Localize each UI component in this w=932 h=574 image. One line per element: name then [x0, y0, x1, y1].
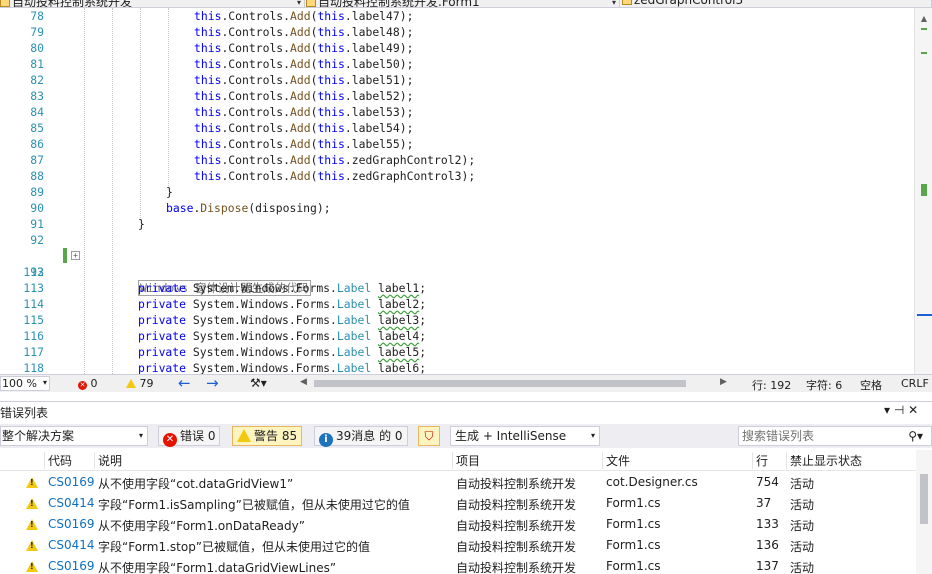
table-row[interactable]: CS0414 字段“Form1.stop”已被赋值，但从未使用过它的值 自动投料…	[0, 535, 932, 556]
search-error-list-input[interactable]: 搜索错误列表 ⚲▾	[738, 426, 932, 446]
code-line[interactable]: 116 private System.Windows.Forms.Label la…	[0, 328, 914, 344]
code-line[interactable]: 81 this.Controls.Add(this.label50);	[0, 56, 914, 72]
error-code-link[interactable]: CS0414	[48, 538, 95, 552]
navigation-bar: 自动投料控制系统开发 ▾ 自动投料控制系统开发.Form1 ▾ zedGraph…	[0, 0, 932, 8]
project-icon	[0, 0, 10, 7]
warnings-filter-button[interactable]: 警告 85	[232, 426, 303, 446]
scope-dropdown[interactable]: 整个解决方案 ▾	[0, 426, 148, 446]
chevron-down-icon: ▾	[42, 378, 47, 387]
editor-horizontal-scrollbar[interactable]	[300, 379, 720, 388]
scrollbar-caret-mark	[917, 314, 932, 316]
panel-window-controls[interactable]: ▾ ⊣ ✕	[884, 403, 918, 417]
scroll-thumb[interactable]	[920, 474, 928, 524]
code-line[interactable]: 89}	[0, 184, 914, 200]
code-line[interactable]: 92	[0, 232, 914, 248]
table-row[interactable]: CS0169 从不使用字段“Form1.dataGridViewLines” 自…	[0, 556, 932, 574]
whitespace-mode[interactable]: 空格	[860, 377, 882, 393]
column-header-code[interactable]: 代码	[44, 452, 72, 469]
zoom-dropdown[interactable]: 100 % ▾	[0, 376, 50, 391]
errors-filter-button[interactable]: ✕ 错误 0	[158, 426, 221, 447]
line-ending[interactable]: CRLF	[901, 377, 929, 390]
project-dropdown[interactable]: 自动投料控制系统开发 ▾	[0, 0, 305, 7]
code-line[interactable]: 85 this.Controls.Add(this.label54);	[0, 120, 914, 136]
warning-icon	[237, 429, 251, 442]
code-editor[interactable]: 78 this.Controls.Add(this.label47); 79 thi…	[0, 8, 932, 374]
scroll-up-icon[interactable]: ▲	[915, 12, 932, 26]
error-list-header: 代码 说明 项目 文件 行 禁止显示状态	[0, 450, 932, 471]
build-filter-dropdown[interactable]: 生成 + IntelliSense ▾	[450, 426, 600, 446]
panel-title: 错误列表	[0, 406, 49, 420]
error-list-toolbar: 整个解决方案 ▾ ✕ 错误 0 警告 85 i 39消息 的 0 ⛉ 生成 + In…	[0, 424, 932, 448]
warning-icon	[26, 477, 38, 488]
line-position[interactable]: 行: 192	[752, 377, 791, 393]
brush-icon[interactable]: ⚒▾	[250, 376, 267, 390]
code-line[interactable]: 90 base.Dispose(disposing);	[0, 200, 914, 216]
info-icon: i	[319, 433, 333, 447]
class-icon	[306, 0, 316, 7]
code-line[interactable]: 113 private System.Windows.Forms.Label la…	[0, 280, 914, 296]
code-line[interactable]: 112	[0, 264, 914, 280]
scrollbar-change-mark	[921, 184, 927, 196]
code-line[interactable]: 115 private System.Windows.Forms.Label la…	[0, 312, 914, 328]
code-line[interactable]: 88 this.Controls.Add(this.zedGraphControl…	[0, 168, 914, 184]
search-icon[interactable]: ⚲▾	[908, 427, 923, 445]
navigate-back-icon[interactable]: ←	[178, 374, 191, 392]
messages-filter-button[interactable]: i 39消息 的 0	[314, 426, 408, 447]
editor-vertical-scrollbar[interactable]: ▲	[914, 8, 932, 374]
error-list-title-bar: 错误列表 ▾ ⊣ ✕	[0, 401, 932, 420]
error-code-link[interactable]: CS0414	[48, 496, 95, 510]
code-line[interactable]: 93 Windows 窗体设计器生成的代码	[0, 248, 914, 296]
code-line[interactable]: 91}	[0, 216, 914, 232]
warning-icon	[26, 540, 38, 551]
error-count-indicator[interactable]: ✕ 0	[78, 377, 98, 390]
warning-count-indicator[interactable]: 79	[126, 377, 154, 390]
code-line[interactable]: 118 private System.Windows.Forms.Label la…	[0, 360, 914, 374]
error-code-link[interactable]: CS0169	[48, 559, 95, 573]
scrollbar-change-mark	[921, 28, 927, 30]
column-header-project[interactable]: 项目	[452, 452, 480, 469]
code-line[interactable]: 80 this.Controls.Add(this.label49);	[0, 40, 914, 56]
warning-icon	[126, 379, 136, 388]
error-icon: ✕	[163, 433, 177, 447]
column-header-file[interactable]: 文件	[602, 452, 630, 469]
warning-icon	[26, 519, 38, 530]
warning-icon	[26, 498, 38, 509]
code-line[interactable]: 117 private System.Windows.Forms.Label la…	[0, 344, 914, 360]
code-line[interactable]: 86 this.Controls.Add(this.label55);	[0, 136, 914, 152]
chevron-down-icon: ▾	[138, 431, 143, 440]
warning-icon	[26, 561, 38, 572]
column-header-line[interactable]: 行	[752, 452, 768, 469]
class-dropdown[interactable]: 自动投料控制系统开发.Form1 ▾	[306, 0, 620, 7]
code-line[interactable]: 87 this.Controls.Add(this.zedGraphControl…	[0, 152, 914, 168]
char-position[interactable]: 字符: 6	[806, 377, 842, 393]
editor-status-bar: 100 % ▾ ✕ 0 79 ← → ⚒▾ ◀ ▶ 行: 192 字符: 6 空…	[0, 374, 932, 392]
table-row[interactable]: CS0169 从不使用字段“Form1.onDataReady” 自动投料控制系…	[0, 514, 932, 535]
table-row[interactable]: CS0414 字段“Form1.isSampling”已被赋值，但从未使用过它的…	[0, 493, 932, 514]
code-line[interactable]: 114 private System.Windows.Forms.Label la…	[0, 296, 914, 312]
scroll-right-icon[interactable]: ▶	[720, 377, 727, 387]
error-list-scrollbar[interactable]	[916, 450, 932, 574]
scrollbar-change-mark	[921, 52, 927, 54]
column-header-suppression[interactable]: 禁止显示状态	[786, 452, 862, 469]
member-dropdown[interactable]: zedGraphControl3	[622, 0, 932, 7]
chevron-down-icon: ▾	[590, 431, 595, 440]
code-line[interactable]: 84 this.Controls.Add(this.label53);	[0, 104, 914, 120]
navigate-forward-icon[interactable]: →	[206, 374, 219, 392]
column-header-description[interactable]: 说明	[94, 452, 122, 469]
code-line[interactable]: 78 this.Controls.Add(this.label47);	[0, 8, 914, 24]
filter-icon[interactable]: ⛉	[418, 426, 440, 446]
error-code-link[interactable]: CS0169	[48, 517, 95, 531]
chevron-down-icon: ▾	[611, 0, 616, 7]
code-line[interactable]: 82 this.Controls.Add(this.label51);	[0, 72, 914, 88]
expand-region-icon[interactable]: +	[71, 251, 80, 260]
chevron-down-icon: ▾	[296, 0, 301, 7]
code-line[interactable]: 79 this.Controls.Add(this.label48);	[0, 24, 914, 40]
change-marker	[63, 248, 67, 263]
horizontal-scroll-thumb[interactable]	[314, 380, 686, 387]
table-row[interactable]: CS0169 从不使用字段“cot.dataGridView1” 自动投料控制系…	[0, 472, 932, 493]
error-icon: ✕	[78, 381, 87, 390]
code-line[interactable]: 83 this.Controls.Add(this.label52);	[0, 88, 914, 104]
member-icon	[622, 0, 632, 5]
error-code-link[interactable]: CS0169	[48, 475, 95, 489]
